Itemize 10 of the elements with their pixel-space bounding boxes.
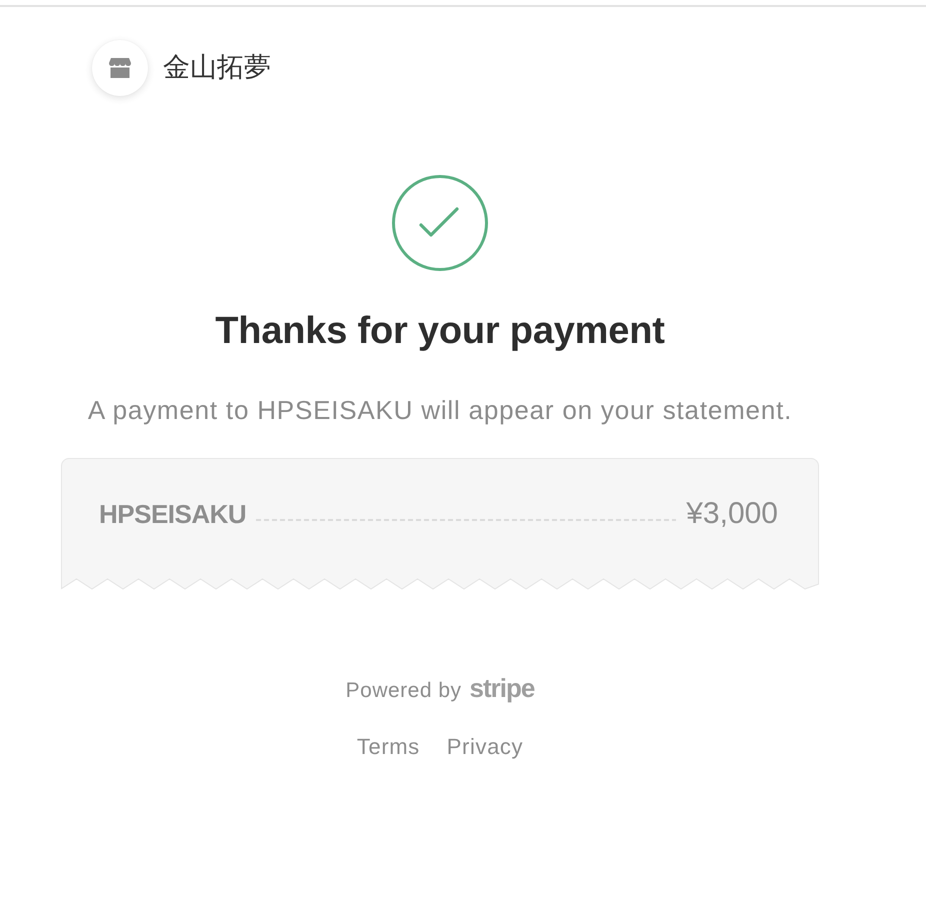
powered-by-text: Powered by	[346, 679, 462, 703]
merchant-name: 金山拓夢	[163, 51, 271, 85]
confirmation-title: Thanks for your payment	[215, 310, 665, 352]
footer-link[interactable]: Privacy	[446, 735, 524, 759]
brand-wordmark[interactable]: stripe	[470, 676, 534, 700]
store-icon	[92, 40, 148, 96]
statement-message: A payment to HPSEISAKU will appear on your statement.	[88, 395, 792, 425]
footer-link[interactable]: Terms	[356, 735, 420, 759]
line-item-name: HPSEISAKU	[99, 498, 246, 531]
line-item-amount: ¥3,000	[686, 496, 778, 532]
